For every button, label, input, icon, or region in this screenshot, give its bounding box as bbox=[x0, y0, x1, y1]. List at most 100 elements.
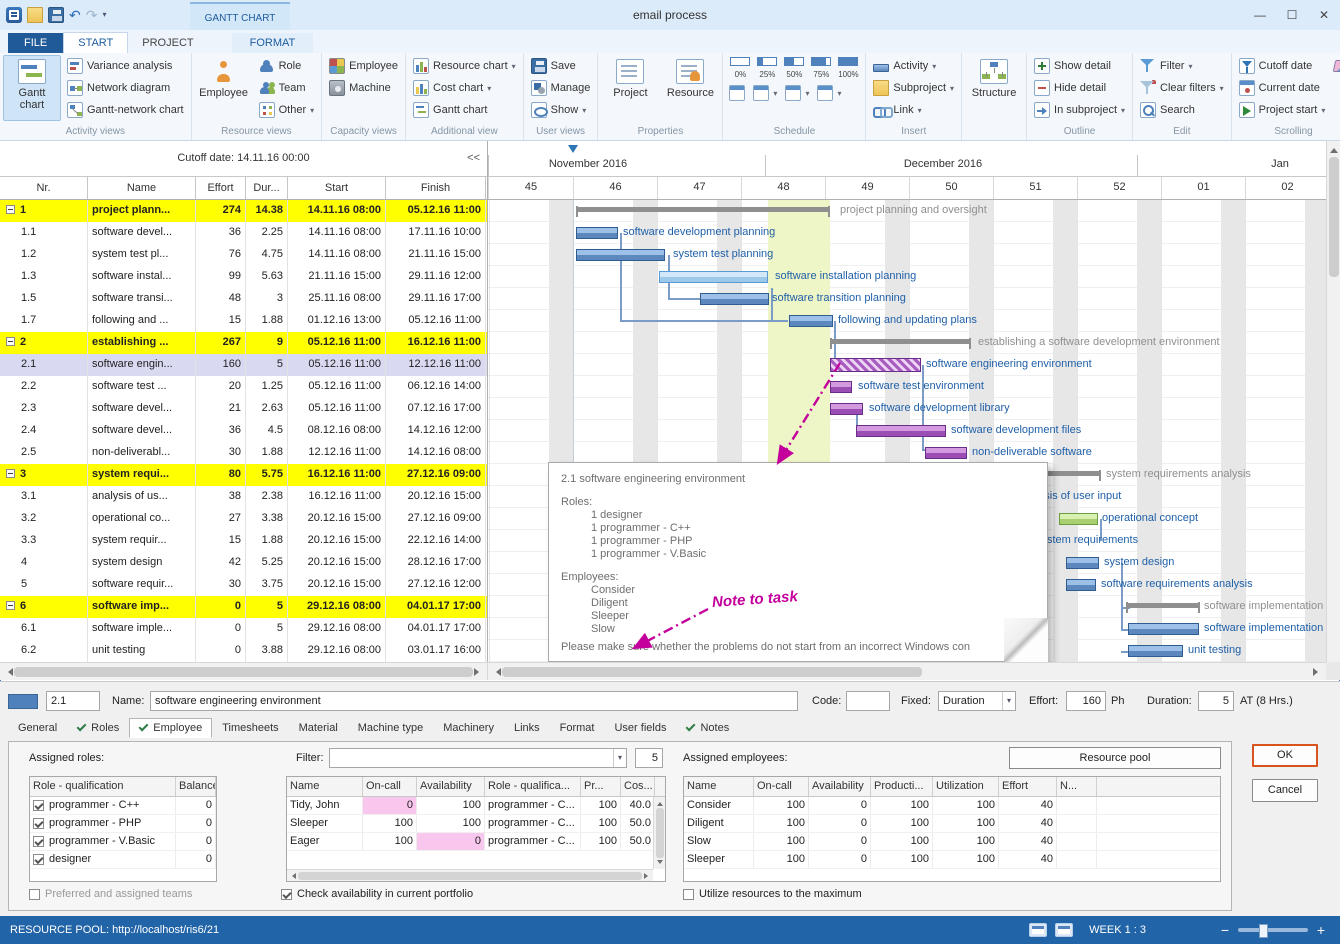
table-row[interactable]: programmer - C++0 bbox=[30, 797, 216, 815]
ribbon-button-employee[interactable]: Employee bbox=[195, 55, 253, 121]
schedule-percent-100-button[interactable]: 100% bbox=[836, 57, 860, 79]
task-row[interactable]: 3system requi...805.7516.12.16 11:0027.1… bbox=[0, 464, 487, 486]
task-row[interactable]: 4system design425.2520.12.16 15:0028.12.… bbox=[0, 552, 487, 574]
task-color-swatch[interactable] bbox=[8, 694, 38, 709]
task-bar[interactable] bbox=[1128, 623, 1199, 635]
collapse-panel-button[interactable]: << bbox=[464, 150, 483, 166]
resource-pool-button[interactable]: Resource pool bbox=[1009, 747, 1221, 769]
filter-combobox[interactable]: ▾ bbox=[329, 748, 627, 768]
scroll-up-icon[interactable] bbox=[1327, 141, 1340, 153]
schedule-percent-0-button[interactable]: 0% bbox=[728, 57, 752, 79]
vscrollbar-thumb[interactable] bbox=[656, 808, 664, 858]
task-bar[interactable] bbox=[1066, 557, 1099, 569]
collapse-toggle-icon[interactable] bbox=[6, 337, 15, 346]
table-row[interactable]: Sleeper100010010040 bbox=[684, 851, 1220, 869]
tab-machinery[interactable]: Machinery bbox=[433, 718, 504, 738]
task-nr-field[interactable]: 2.1 bbox=[46, 691, 100, 711]
task-bar[interactable] bbox=[830, 403, 863, 415]
timeline-week-49[interactable]: 49 bbox=[825, 177, 909, 199]
table-row[interactable]: Slow100010010040 bbox=[684, 833, 1220, 851]
column-header-n[interactable]: N... bbox=[1057, 777, 1097, 796]
task-bar[interactable] bbox=[700, 293, 769, 305]
task-row[interactable]: 1.5software transi...48325.11.16 08:0029… bbox=[0, 288, 487, 310]
task-row[interactable]: 2establishing ...267905.12.16 11:0016.12… bbox=[0, 332, 487, 354]
tab-start[interactable]: START bbox=[63, 32, 128, 53]
table-vscrollbar[interactable] bbox=[653, 797, 665, 869]
tab-machine-type[interactable]: Machine type bbox=[348, 718, 433, 738]
column-header-role-qualifica[interactable]: Role - qualifica... bbox=[485, 777, 581, 796]
task-row[interactable]: 6.2unit testing03.8829.12.16 08:0003.01.… bbox=[0, 640, 487, 662]
table-scroll-left-icon[interactable] bbox=[0, 668, 14, 676]
filter-count-field[interactable]: 5 bbox=[635, 748, 663, 768]
chart-scroll-right-icon[interactable] bbox=[1312, 668, 1326, 676]
chart-scroll-left-icon[interactable] bbox=[488, 668, 502, 676]
effort-input[interactable]: 160 bbox=[1066, 691, 1106, 711]
ribbon-button-network-diagram[interactable]: Network diagram bbox=[63, 77, 188, 99]
table-row[interactable]: Consider100010010040 bbox=[684, 797, 1220, 815]
ribbon-button-cost-chart[interactable]: Cost chart▾ bbox=[409, 77, 520, 99]
column-header-start[interactable]: Start bbox=[288, 177, 386, 199]
tab-material[interactable]: Material bbox=[289, 718, 348, 738]
checkbox-preferred-and-assigned-teams[interactable]: Preferred and assigned teams bbox=[29, 888, 192, 900]
task-bar[interactable] bbox=[576, 249, 665, 261]
duration-input[interactable]: 5 bbox=[1198, 691, 1234, 711]
fixed-select[interactable]: Duration ▾ bbox=[938, 691, 1016, 711]
schedule-percent-75-button[interactable]: 75% bbox=[809, 57, 833, 79]
view-toggle-1-icon[interactable] bbox=[1029, 923, 1047, 937]
task-bar[interactable] bbox=[1128, 645, 1183, 657]
checkbox-icon[interactable] bbox=[33, 800, 44, 811]
eraser-icon[interactable] bbox=[1333, 60, 1340, 72]
cancel-button[interactable]: Cancel bbox=[1252, 779, 1318, 802]
tab-links[interactable]: Links bbox=[504, 718, 550, 738]
checkbox-icon[interactable] bbox=[33, 854, 44, 865]
ribbon-button-show[interactable]: Show▾ bbox=[527, 99, 595, 121]
ribbon-button-other[interactable]: Other▾ bbox=[255, 99, 319, 121]
task-bar[interactable] bbox=[1066, 579, 1096, 591]
column-header-on-call[interactable]: On-call bbox=[363, 777, 417, 796]
timeline-week-52[interactable]: 52 bbox=[1077, 177, 1161, 199]
column-header-utilization[interactable]: Utilization bbox=[933, 777, 999, 796]
ribbon-button-project-start[interactable]: Project start▾ bbox=[1235, 99, 1330, 121]
timeline-week-02[interactable]: 02 bbox=[1245, 177, 1326, 199]
table-row[interactable]: Sleeper100100programmer - C...10050.0 bbox=[287, 815, 665, 833]
task-row[interactable]: 6.1software imple...0529.12.16 08:0004.0… bbox=[0, 618, 487, 640]
column-header-dur[interactable]: Dur... bbox=[246, 177, 288, 199]
chart-hscrollbar-thumb[interactable] bbox=[502, 667, 922, 677]
ribbon-button-machine[interactable]: Machine bbox=[325, 77, 402, 99]
collapse-toggle-icon[interactable] bbox=[6, 205, 15, 214]
task-row[interactable]: 3.3system requir...151.8820.12.16 15:002… bbox=[0, 530, 487, 552]
summary-bar[interactable] bbox=[830, 339, 971, 344]
column-header-role-qualification[interactable]: Role - qualification bbox=[30, 777, 176, 796]
scroll-up-icon[interactable] bbox=[657, 799, 663, 806]
collapse-toggle-icon[interactable] bbox=[6, 469, 15, 478]
column-header-pr[interactable]: Pr... bbox=[581, 777, 621, 796]
tab-project[interactable]: PROJECT bbox=[128, 33, 207, 53]
table-scroll-right-icon[interactable] bbox=[473, 668, 487, 676]
minimize-button[interactable]: — bbox=[1244, 0, 1276, 30]
task-bar[interactable] bbox=[856, 425, 946, 437]
task-bar[interactable] bbox=[830, 381, 852, 393]
schedule-percent-25-button[interactable]: 25% bbox=[755, 57, 779, 79]
column-header-name[interactable]: Name bbox=[287, 777, 363, 796]
tab-general[interactable]: General bbox=[8, 718, 67, 738]
timeline-week-47[interactable]: 47 bbox=[657, 177, 741, 199]
task-bar[interactable] bbox=[925, 447, 967, 459]
ribbon-button-manage[interactable]: Manage bbox=[527, 77, 595, 99]
column-header-balance[interactable]: Balance bbox=[176, 777, 216, 796]
task-bar[interactable] bbox=[1059, 513, 1098, 525]
column-header-availability[interactable]: Availability bbox=[809, 777, 871, 796]
ribbon-button-current-date[interactable]: Current date bbox=[1235, 77, 1330, 99]
ribbon-button-in-subproject[interactable]: In subproject▾ bbox=[1030, 99, 1129, 121]
checkbox-check-availability-in-current-portfolio[interactable]: Check availability in current portfolio bbox=[281, 888, 473, 900]
open-folder-icon[interactable] bbox=[27, 7, 43, 23]
tab-roles[interactable]: Roles bbox=[67, 718, 129, 738]
task-row[interactable]: 1.7following and ...151.8801.12.16 13:00… bbox=[0, 310, 487, 332]
task-row[interactable]: 2.4software devel...364.508.12.16 08:001… bbox=[0, 420, 487, 442]
column-header-finish[interactable]: Finish bbox=[386, 177, 486, 199]
ribbon-button-gantt-chart[interactable]: Gantt chart bbox=[3, 55, 61, 121]
tab-timesheets[interactable]: Timesheets bbox=[212, 718, 288, 738]
ribbon-button-structure[interactable]: Structure bbox=[965, 55, 1023, 121]
timeline-week-46[interactable]: 46 bbox=[573, 177, 657, 199]
vscrollbar-thumb[interactable] bbox=[1329, 157, 1339, 277]
ribbon-button-resource-chart[interactable]: Resource chart▾ bbox=[409, 55, 520, 77]
